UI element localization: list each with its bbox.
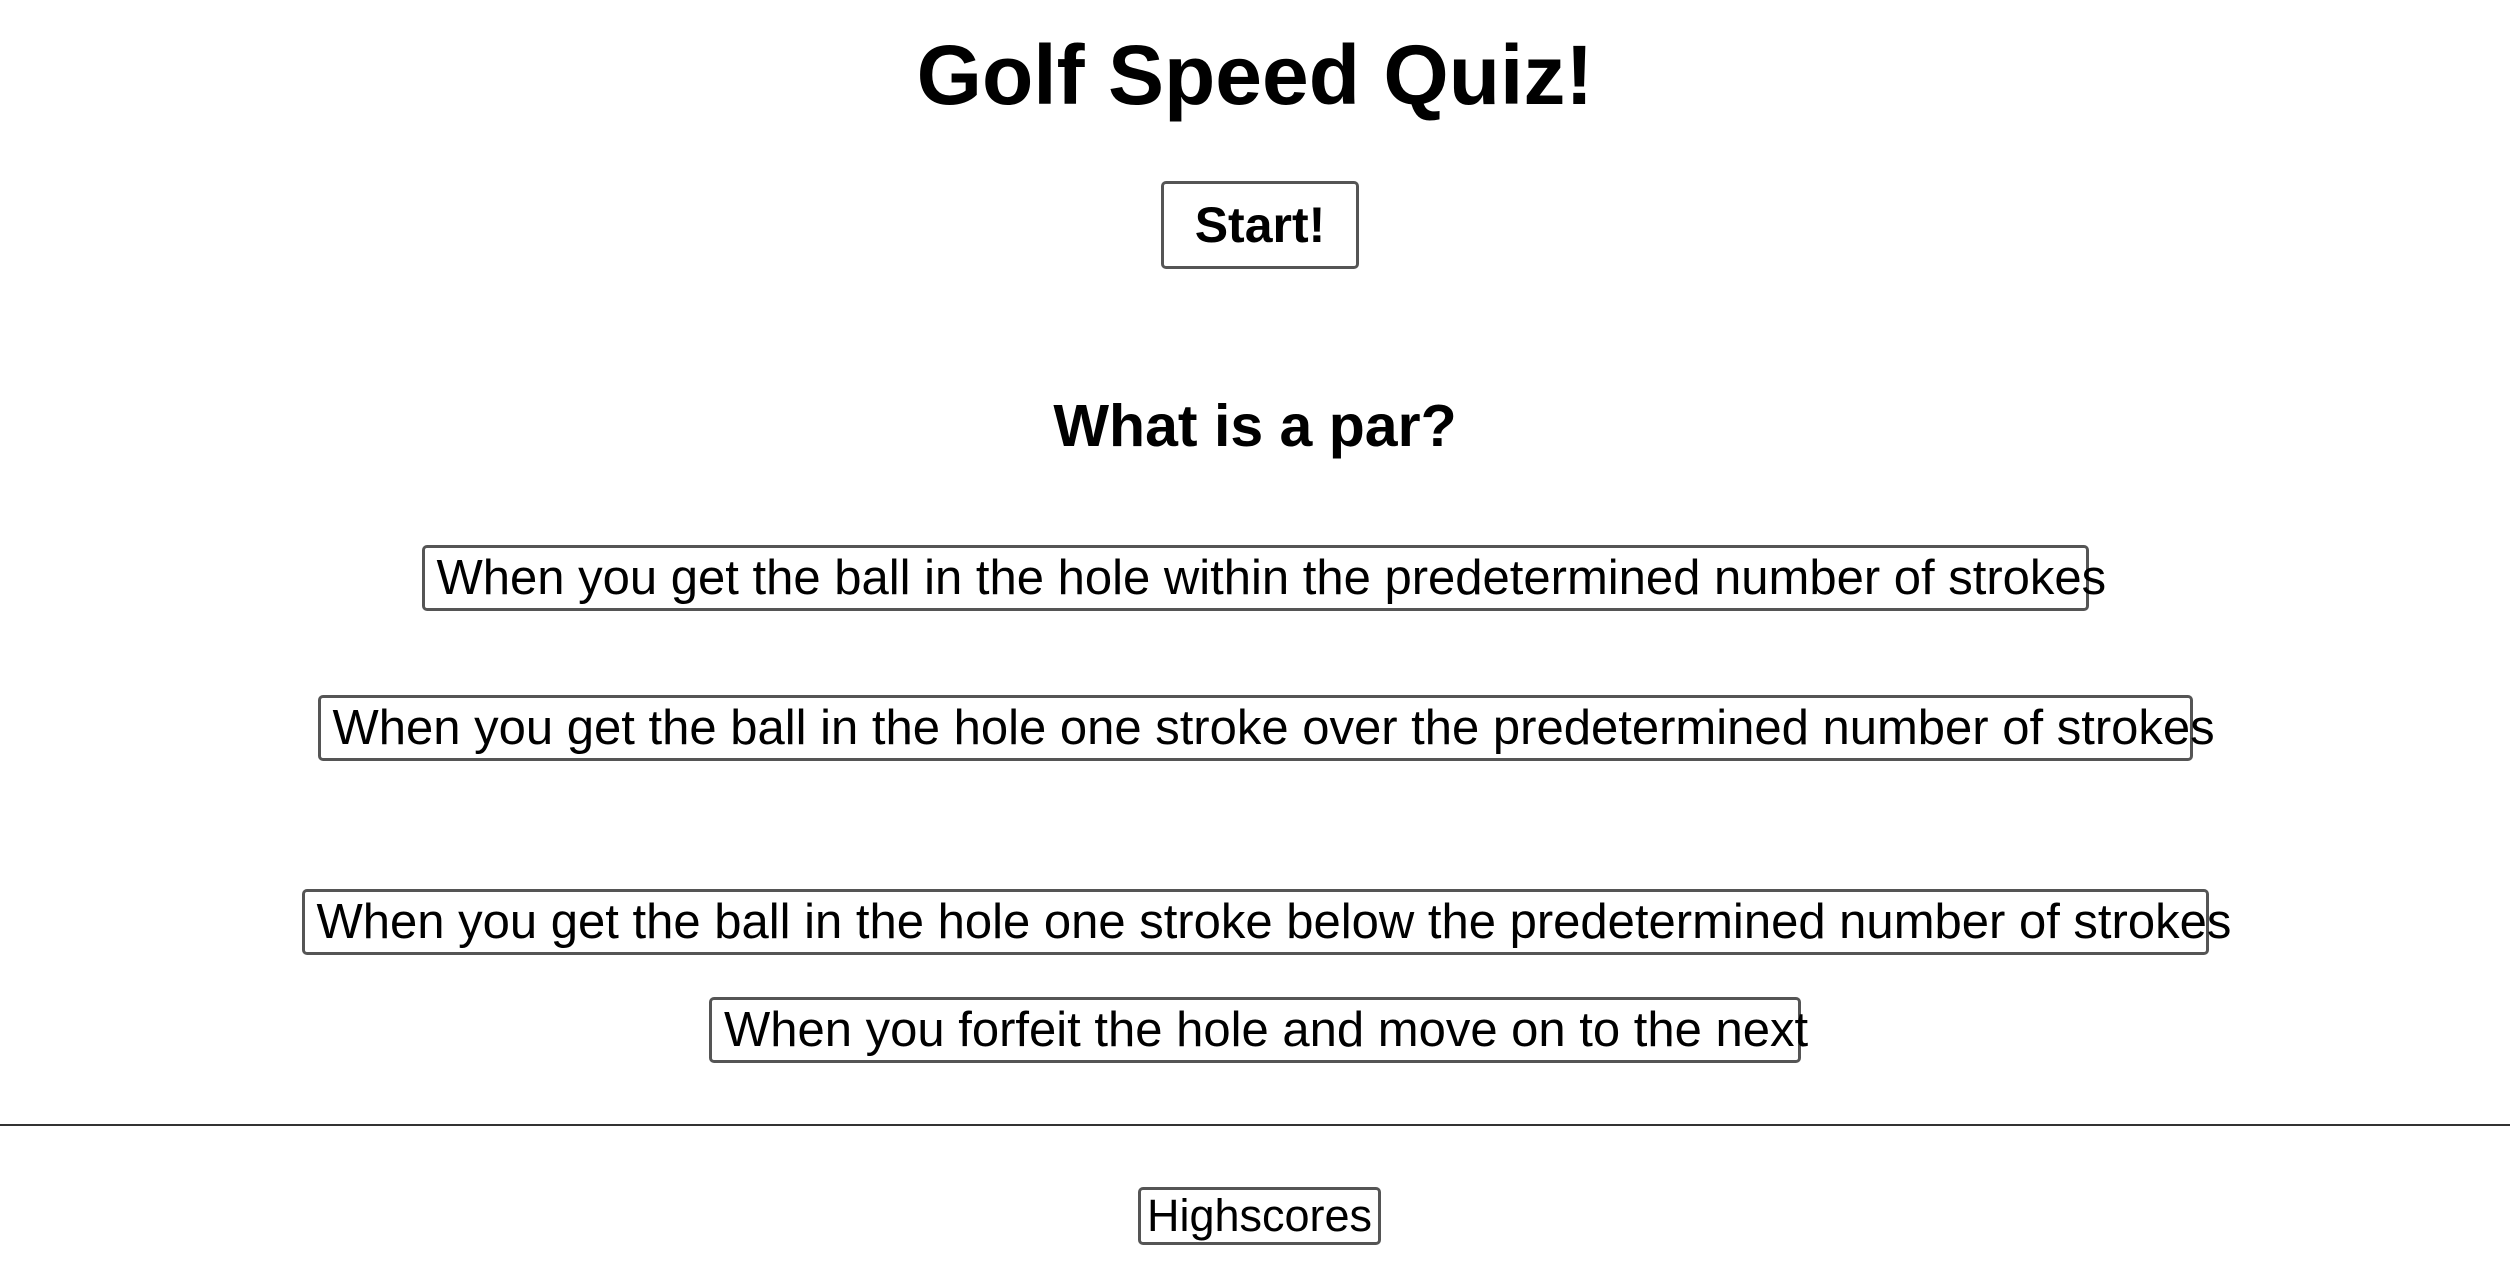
divider <box>0 1124 2510 1126</box>
page-title: Golf Speed Quiz! <box>916 28 1594 122</box>
question-text: What is a par? <box>1053 393 1457 459</box>
answer-button-1[interactable]: When you get the ball in the hole within… <box>421 545 2106 611</box>
highscores-button[interactable]: Highscores <box>1138 1187 1381 1245</box>
start-button[interactable]: Start! <box>1161 181 1359 269</box>
answer-button-3[interactable]: When you get the ball in the hole one st… <box>301 889 2231 955</box>
quiz-page: Golf Speed Quiz! Start! What is a par? W… <box>0 0 2510 1280</box>
answer-button-2[interactable]: When you get the ball in the hole one st… <box>317 695 2215 761</box>
answer-button-4[interactable]: When you forfeit the hole and move on to… <box>709 997 1808 1063</box>
